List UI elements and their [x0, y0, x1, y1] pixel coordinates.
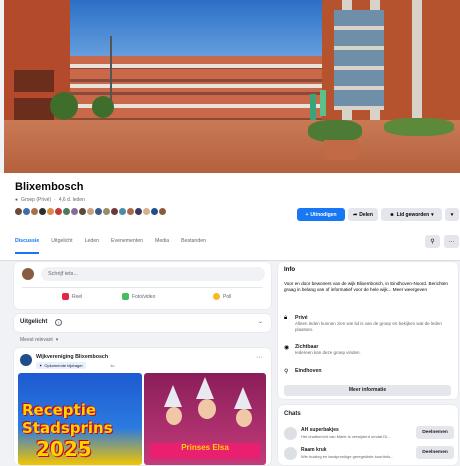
sort-dropdown[interactable]: Meest relevant ▾	[20, 337, 58, 343]
share-icon: ➦	[353, 211, 358, 218]
globe-icon: ●	[15, 197, 19, 203]
tree	[50, 92, 78, 120]
people-icon: ☻	[389, 211, 395, 218]
image-text: 2025	[36, 437, 92, 461]
image-text: Receptie	[22, 401, 97, 419]
visible-desc: Iedereen kan deze groep vinden.	[295, 350, 361, 355]
post-author[interactable]: Wijkvereniging Blixembosch	[36, 354, 108, 360]
chat-avatar	[284, 427, 297, 440]
visibility-row: ◉ Zichtbaar Iedereen kan deze groep vind…	[284, 344, 455, 356]
more-icon[interactable]: ···	[256, 354, 263, 361]
tab-discussion[interactable]: Discussie	[15, 234, 40, 254]
info-icon[interactable]: i	[55, 319, 62, 326]
divider	[22, 287, 263, 288]
face-shape	[166, 407, 182, 425]
post-time[interactable]: 1u	[110, 363, 114, 368]
more-icon: ···	[448, 238, 455, 245]
post-composer: Schrijf iets... Reel Foto/video Poll	[14, 262, 271, 309]
tab-members[interactable]: Leden	[85, 234, 99, 254]
tab-files[interactable]: Bestanden	[181, 234, 206, 254]
flag	[320, 90, 326, 116]
face-shape	[198, 399, 216, 419]
featured-section[interactable]: Uitgelicht i ⌄	[14, 314, 271, 332]
photo-icon	[122, 293, 129, 300]
user-avatar[interactable]	[22, 268, 34, 280]
expand-button[interactable]: ▾	[445, 208, 459, 221]
chats-title: Chats	[284, 411, 301, 417]
featured-label: Uitgelicht	[20, 319, 48, 325]
search-button[interactable]: ⚲	[425, 235, 440, 248]
private-desc: Alleen leden kunnen zien wie lid is van …	[295, 321, 442, 332]
location-row: ⚲ Eindhoven	[284, 368, 322, 375]
chat-desc: Wie huisleg en tandpronkige geregeldste …	[301, 454, 394, 459]
chat-item[interactable]: AH superbakjes Het chatbericht van Marle…	[284, 426, 454, 446]
chevron-down-icon[interactable]: ⌄	[258, 318, 263, 325]
tree	[92, 96, 114, 118]
group-type: Groep (Privé)	[21, 197, 52, 203]
avatar[interactable]	[158, 207, 167, 216]
location-name[interactable]: Eindhoven	[295, 368, 322, 375]
member-button[interactable]: ☻ Lid geworden ▾	[381, 208, 442, 221]
reel-button[interactable]: Reel	[62, 293, 82, 300]
group-meta: ● Groep (Privé) · 4,6 d. leden	[15, 197, 85, 203]
tab-featured[interactable]: Uitgelicht	[51, 234, 72, 254]
chat-desc: Het chatbericht van Marle is verwijderd …	[301, 434, 391, 439]
hat-shape	[196, 377, 214, 399]
join-chat-button[interactable]: Deelnemen	[416, 426, 454, 439]
planter-pot	[324, 140, 358, 160]
post-image-reception[interactable]: Receptie Stadsprins 2025	[18, 373, 142, 465]
info-title: Info	[284, 267, 295, 273]
privacy-row: 🔒︎ Privé Alleen leden kunnen zien wie li…	[284, 315, 455, 333]
lock-icon: 🔒︎	[284, 315, 288, 321]
chat-name: Raam kruk	[301, 447, 327, 453]
info-panel: Info Voor en door bewoners van de wijk B…	[278, 262, 458, 399]
hat-shape	[234, 387, 252, 409]
poll-button[interactable]: Poll	[213, 293, 231, 300]
tab-events[interactable]: Evenementen	[111, 234, 143, 254]
member-avatars[interactable]	[14, 207, 167, 216]
member-count[interactable]: 4,6 d. leden	[59, 197, 85, 203]
glass-facade	[334, 10, 384, 110]
poll-icon	[213, 293, 220, 300]
chevron-down-icon: ▾	[55, 337, 59, 343]
reel-icon	[62, 293, 69, 300]
post-card: Wijkvereniging Blixembosch ✦ Opkomende b…	[14, 348, 271, 465]
composer-input[interactable]: Schrijf iets...	[41, 267, 265, 281]
group-name[interactable]: Blixembosch	[15, 181, 83, 193]
search-icon: ⚲	[430, 239, 435, 245]
image-text: Stadsprins	[22, 419, 113, 437]
info-description: Voor en door bewoners van de wijk Blixem…	[284, 281, 448, 293]
invite-button[interactable]: + Uitnodigen	[297, 208, 345, 221]
group-header: Blixembosch ● Groep (Privé) · 4,6 d. led…	[0, 173, 460, 261]
join-chat-button[interactable]: Deelnemen	[416, 446, 454, 459]
light-pole	[110, 36, 112, 102]
more-info-button[interactable]: Meer informatie	[284, 385, 451, 396]
photo-video-button[interactable]: Foto/video	[122, 293, 155, 300]
plus-icon: +	[305, 211, 309, 218]
chevron-down-icon: ▾	[450, 211, 454, 218]
share-button[interactable]: ➦ Delen	[348, 208, 378, 221]
group-tabs: Discussie Uitgelicht Leden Evenementen M…	[15, 234, 206, 254]
chat-item[interactable]: Raam kruk Wie huisleg en tandpronkige ge…	[284, 446, 454, 466]
face-shape	[236, 409, 252, 427]
planter-bush	[308, 120, 362, 142]
eye-icon: ◉	[284, 345, 290, 351]
hat-shape	[164, 385, 182, 407]
chat-name: AH superbakjes	[301, 427, 339, 433]
location-pin-icon: ⚲	[284, 369, 289, 375]
cover-photo[interactable]	[4, 0, 460, 173]
tab-media[interactable]: Media	[155, 234, 169, 254]
more-button[interactable]: ···	[444, 235, 459, 248]
author-avatar[interactable]	[20, 354, 32, 366]
post-image-princess[interactable]: Prinses Elsa	[144, 373, 266, 465]
chats-panel: Chats AH superbakjes Het chatbericht van…	[278, 405, 458, 465]
flag	[310, 94, 316, 120]
plants	[384, 118, 454, 136]
image-banner: Prinses Elsa	[150, 443, 260, 459]
star-icon: ✦	[39, 363, 43, 368]
contributor-badge: ✦ Opkomende bijdrager	[36, 362, 86, 369]
chevron-down-icon: ▾	[431, 211, 434, 218]
chat-avatar	[284, 447, 297, 460]
